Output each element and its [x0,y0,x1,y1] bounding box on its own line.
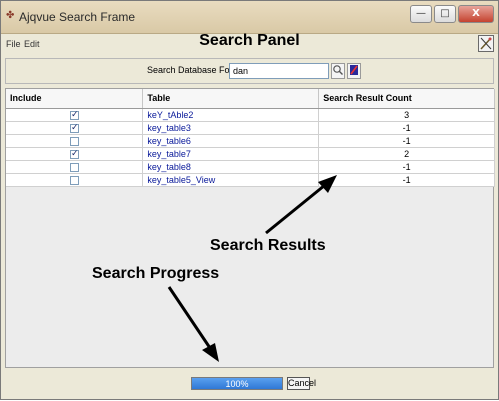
search-results-annotation: Search Results [210,237,326,254]
progress-arrow-head [202,343,219,362]
status-bar: 100% Cancel [1,371,498,399]
results-arrow-line [265,179,331,235]
search-frame-window: ✤ Ajqvue Search Frame — □ X File Edit Se… [0,0,499,400]
cancel-button[interactable]: Cancel [287,377,316,390]
progress-text: 100% [225,379,249,389]
progress-arrow-line [167,286,214,352]
annotation-arrows [167,175,337,362]
search-progress-annotation: Search Progress [92,265,220,282]
search-progress-bar: 100% [191,377,283,390]
